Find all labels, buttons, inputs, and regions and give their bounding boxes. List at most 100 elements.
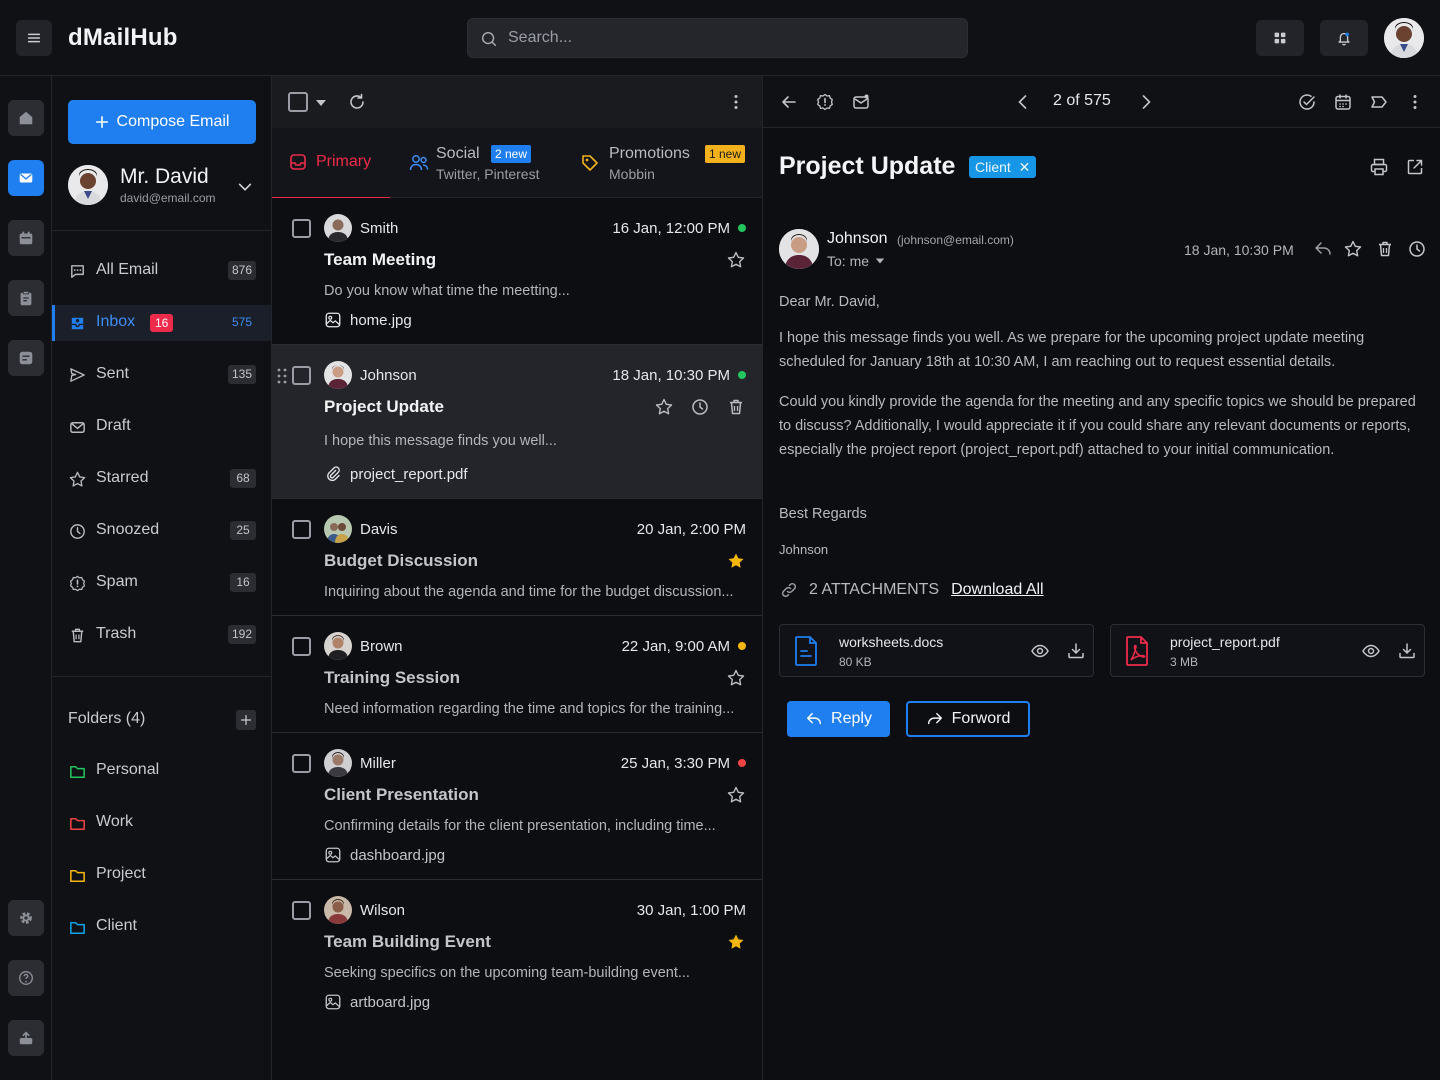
compose-email-button[interactable]: Compose Email <box>68 100 256 144</box>
select-all-checkbox[interactable] <box>288 92 308 112</box>
rail-home-button[interactable] <box>8 100 44 136</box>
reply-button[interactable]: Reply <box>787 701 890 737</box>
mark-unread-button[interactable] <box>851 92 871 112</box>
tab-primary[interactable]: Primary <box>272 128 390 199</box>
nav-spam[interactable]: Spam 16 <box>52 565 271 601</box>
download-attachment-button[interactable] <box>1397 641 1417 661</box>
rail-help-button[interactable] <box>8 960 44 996</box>
list-more-button[interactable] <box>726 92 746 112</box>
delete-button[interactable] <box>726 397 746 417</box>
star-button[interactable] <box>726 932 746 952</box>
sender-name: Johnson <box>360 367 417 384</box>
rail-upload-button[interactable] <box>8 1020 44 1056</box>
attachment-card[interactable]: worksheets.docs 80 KB <box>779 624 1094 677</box>
star-button[interactable] <box>654 397 674 417</box>
row-checkbox[interactable] <box>292 637 311 656</box>
calendar-icon <box>19 231 33 245</box>
category-tabs: Primary Social 2 new Twitter, Pinterest … <box>272 128 762 199</box>
row-checkbox[interactable] <box>292 754 311 773</box>
nav-sent[interactable]: Sent 135 <box>52 357 271 393</box>
nav-draft[interactable]: Draft <box>52 409 271 445</box>
open-external-button[interactable] <box>1405 157 1425 177</box>
attachment-chip[interactable]: dashboard.jpg <box>324 846 445 864</box>
email-row[interactable]: Johnson 18 Jan, 10:30 PM Project Update … <box>272 345 762 499</box>
email-row[interactable]: Brown 22 Jan, 9:00 AM Training Session N… <box>272 616 762 733</box>
select-dropdown-button[interactable] <box>314 96 328 110</box>
nav-inbox[interactable]: Inbox 16 575 <box>52 305 271 341</box>
folder-client[interactable]: Client <box>52 909 271 945</box>
nav-all-email[interactable]: All Email 876 <box>52 253 271 289</box>
preview-attachment-button[interactable] <box>1030 641 1050 661</box>
attachments-header: 2 ATTACHMENTS Download All <box>779 580 1044 600</box>
download-all-link[interactable]: Download All <box>951 581 1044 599</box>
recipient-dropdown[interactable]: To: me <box>827 253 885 269</box>
user-avatar[interactable] <box>1384 18 1424 58</box>
label-button[interactable] <box>1369 92 1389 112</box>
star-button[interactable] <box>726 785 746 805</box>
nav-starred[interactable]: Starred 68 <box>52 461 271 497</box>
refresh-button[interactable] <box>347 92 367 112</box>
nav-snoozed[interactable]: Snoozed 25 <box>52 513 271 549</box>
previous-email-button[interactable] <box>1013 92 1033 112</box>
email-row[interactable]: Miller 25 Jan, 3:30 PM Client Presentati… <box>272 733 762 880</box>
email-date: 20 Jan, 2:00 PM <box>636 521 746 538</box>
row-checkbox[interactable] <box>292 901 311 920</box>
rail-mail-button[interactable] <box>8 160 44 196</box>
star-email-button[interactable] <box>1343 239 1363 259</box>
search-input[interactable] <box>508 19 948 57</box>
row-checkbox[interactable] <box>292 219 311 238</box>
row-checkbox[interactable] <box>292 520 311 539</box>
schedule-button[interactable] <box>1333 92 1353 112</box>
folder-personal[interactable]: Personal <box>52 753 271 789</box>
profile-dropdown-button[interactable] <box>236 178 254 196</box>
nav-trash[interactable]: Trash 192 <box>52 617 271 653</box>
folder-work[interactable]: Work <box>52 805 271 841</box>
notifications-button[interactable] <box>1320 20 1368 56</box>
snooze-button[interactable] <box>690 397 710 417</box>
star-button[interactable] <box>726 250 746 270</box>
tag-remove-icon[interactable]: ✕ <box>1015 159 1031 175</box>
next-email-button[interactable] <box>1136 92 1156 112</box>
folder-project[interactable]: Project <box>52 857 271 893</box>
rail-settings-button[interactable] <box>8 900 44 936</box>
forward-button[interactable]: Forword <box>906 701 1030 737</box>
compose-label: Compose Email <box>116 113 230 130</box>
print-button[interactable] <box>1369 157 1389 177</box>
preview-attachment-button[interactable] <box>1361 641 1381 661</box>
quick-reply-button[interactable] <box>1313 239 1331 257</box>
mark-done-button[interactable] <box>1297 92 1317 112</box>
chevron-left-icon <box>1018 95 1027 109</box>
attachment-chip[interactable]: project_report.pdf <box>324 465 468 483</box>
profile-avatar <box>68 165 108 205</box>
menu-button[interactable] <box>16 20 52 56</box>
tab-social[interactable]: Social 2 new Twitter, Pinterest <box>402 128 562 198</box>
attachment-chip[interactable]: home.jpg <box>324 311 412 329</box>
snooze-email-button[interactable] <box>1407 239 1427 259</box>
back-button[interactable] <box>779 92 799 112</box>
reply-label: Reply <box>831 710 872 727</box>
report-spam-button[interactable] <box>815 92 835 112</box>
email-row[interactable]: Smith 16 Jan, 12:00 PM Team Meeting Do y… <box>272 198 762 345</box>
star-button[interactable] <box>726 551 746 571</box>
star-icon <box>69 471 86 487</box>
rail-notes-button[interactable] <box>8 340 44 376</box>
delete-email-button[interactable] <box>1375 239 1395 259</box>
attachment-card[interactable]: project_report.pdf 3 MB <box>1110 624 1425 677</box>
email-row[interactable]: Davis 20 Jan, 2:00 PM Budget Discussion … <box>272 499 762 616</box>
tab-promotions[interactable]: Promotions 1 new Mobbin <box>572 128 762 198</box>
rail-clipboard-button[interactable] <box>8 280 44 316</box>
drag-handle[interactable] <box>276 367 288 385</box>
row-checkbox[interactable] <box>292 366 311 385</box>
star-button[interactable] <box>726 668 746 688</box>
folder-label: Work <box>96 813 134 830</box>
email-row[interactable]: Wilson 30 Jan, 1:00 PM Team Building Eve… <box>272 880 762 1026</box>
spam-icon <box>817 93 833 111</box>
reader-more-button[interactable] <box>1405 92 1425 112</box>
rail-calendar-button[interactable] <box>8 220 44 256</box>
label-tag[interactable]: Client ✕ <box>969 156 1037 178</box>
add-folder-button[interactable] <box>236 710 256 730</box>
email-snippet: Do you know what time the meetting... <box>324 283 570 299</box>
apps-button[interactable] <box>1256 20 1304 56</box>
download-attachment-button[interactable] <box>1066 641 1086 661</box>
attachment-chip[interactable]: artboard.jpg <box>324 993 430 1011</box>
